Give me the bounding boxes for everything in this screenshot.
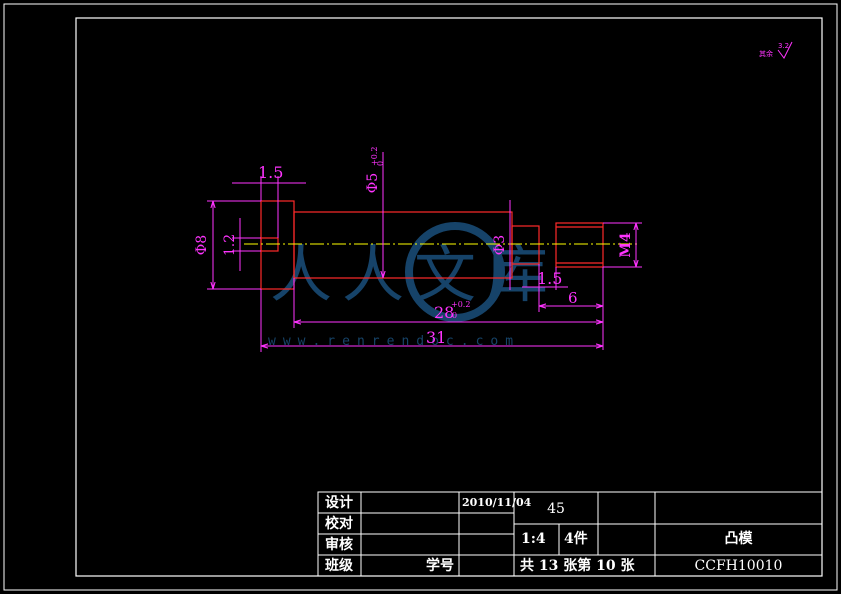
dim-groove-text: 1.5 [537, 269, 562, 288]
dim-thread-len-text: 6 [568, 289, 578, 307]
dim-hole-text: 1.2 [222, 234, 238, 256]
surface-finish-symbol: 其余 3.2 [759, 41, 793, 59]
watermark-logo-text: 人人文库 [270, 238, 558, 311]
tb-review-label: 审核 [325, 537, 353, 553]
tb-quantity: 4件 [564, 531, 588, 547]
dim-body-tol-lower: 0 [376, 161, 385, 166]
tb-material: 45 [547, 501, 565, 517]
tb-sheet-info: 共 13 张第 10 张 [520, 558, 635, 574]
watermark-url-text: www.renrendoc.com [268, 334, 520, 349]
tb-check-label: 校对 [325, 516, 353, 532]
dim-body-len-tol-lower: 0 [452, 311, 457, 320]
drawing-sheet: 人人文库 www.renrendoc.com 1.5 Φ8 1.2 Φ5 +0.… [3, 3, 838, 591]
dim-head-text: Φ8 [194, 235, 210, 255]
tb-part-name: 凸模 [724, 531, 753, 547]
tb-design-label: 设计 [325, 495, 353, 511]
tb-student-no-label: 学号 [426, 558, 454, 574]
dim-thread-text: M4 [618, 232, 634, 257]
tb-scale: 1:4 [521, 531, 546, 547]
dim-shoulder-text: 1.5 [258, 163, 283, 182]
dim-total-text: 31 [426, 328, 446, 347]
thread-section [555, 222, 604, 268]
surface-finish-label: 其余 [759, 49, 773, 58]
tb-class-label: 班级 [325, 558, 353, 574]
dim-body-text: Φ5 [365, 173, 381, 193]
dim-body-len-tol-upper: +0.2 [451, 300, 470, 309]
dim-neck-text: Φ3 [492, 235, 508, 255]
surface-finish-value: 3.2 [778, 42, 789, 50]
tb-drawing-number: CCFH10010 [694, 558, 783, 574]
